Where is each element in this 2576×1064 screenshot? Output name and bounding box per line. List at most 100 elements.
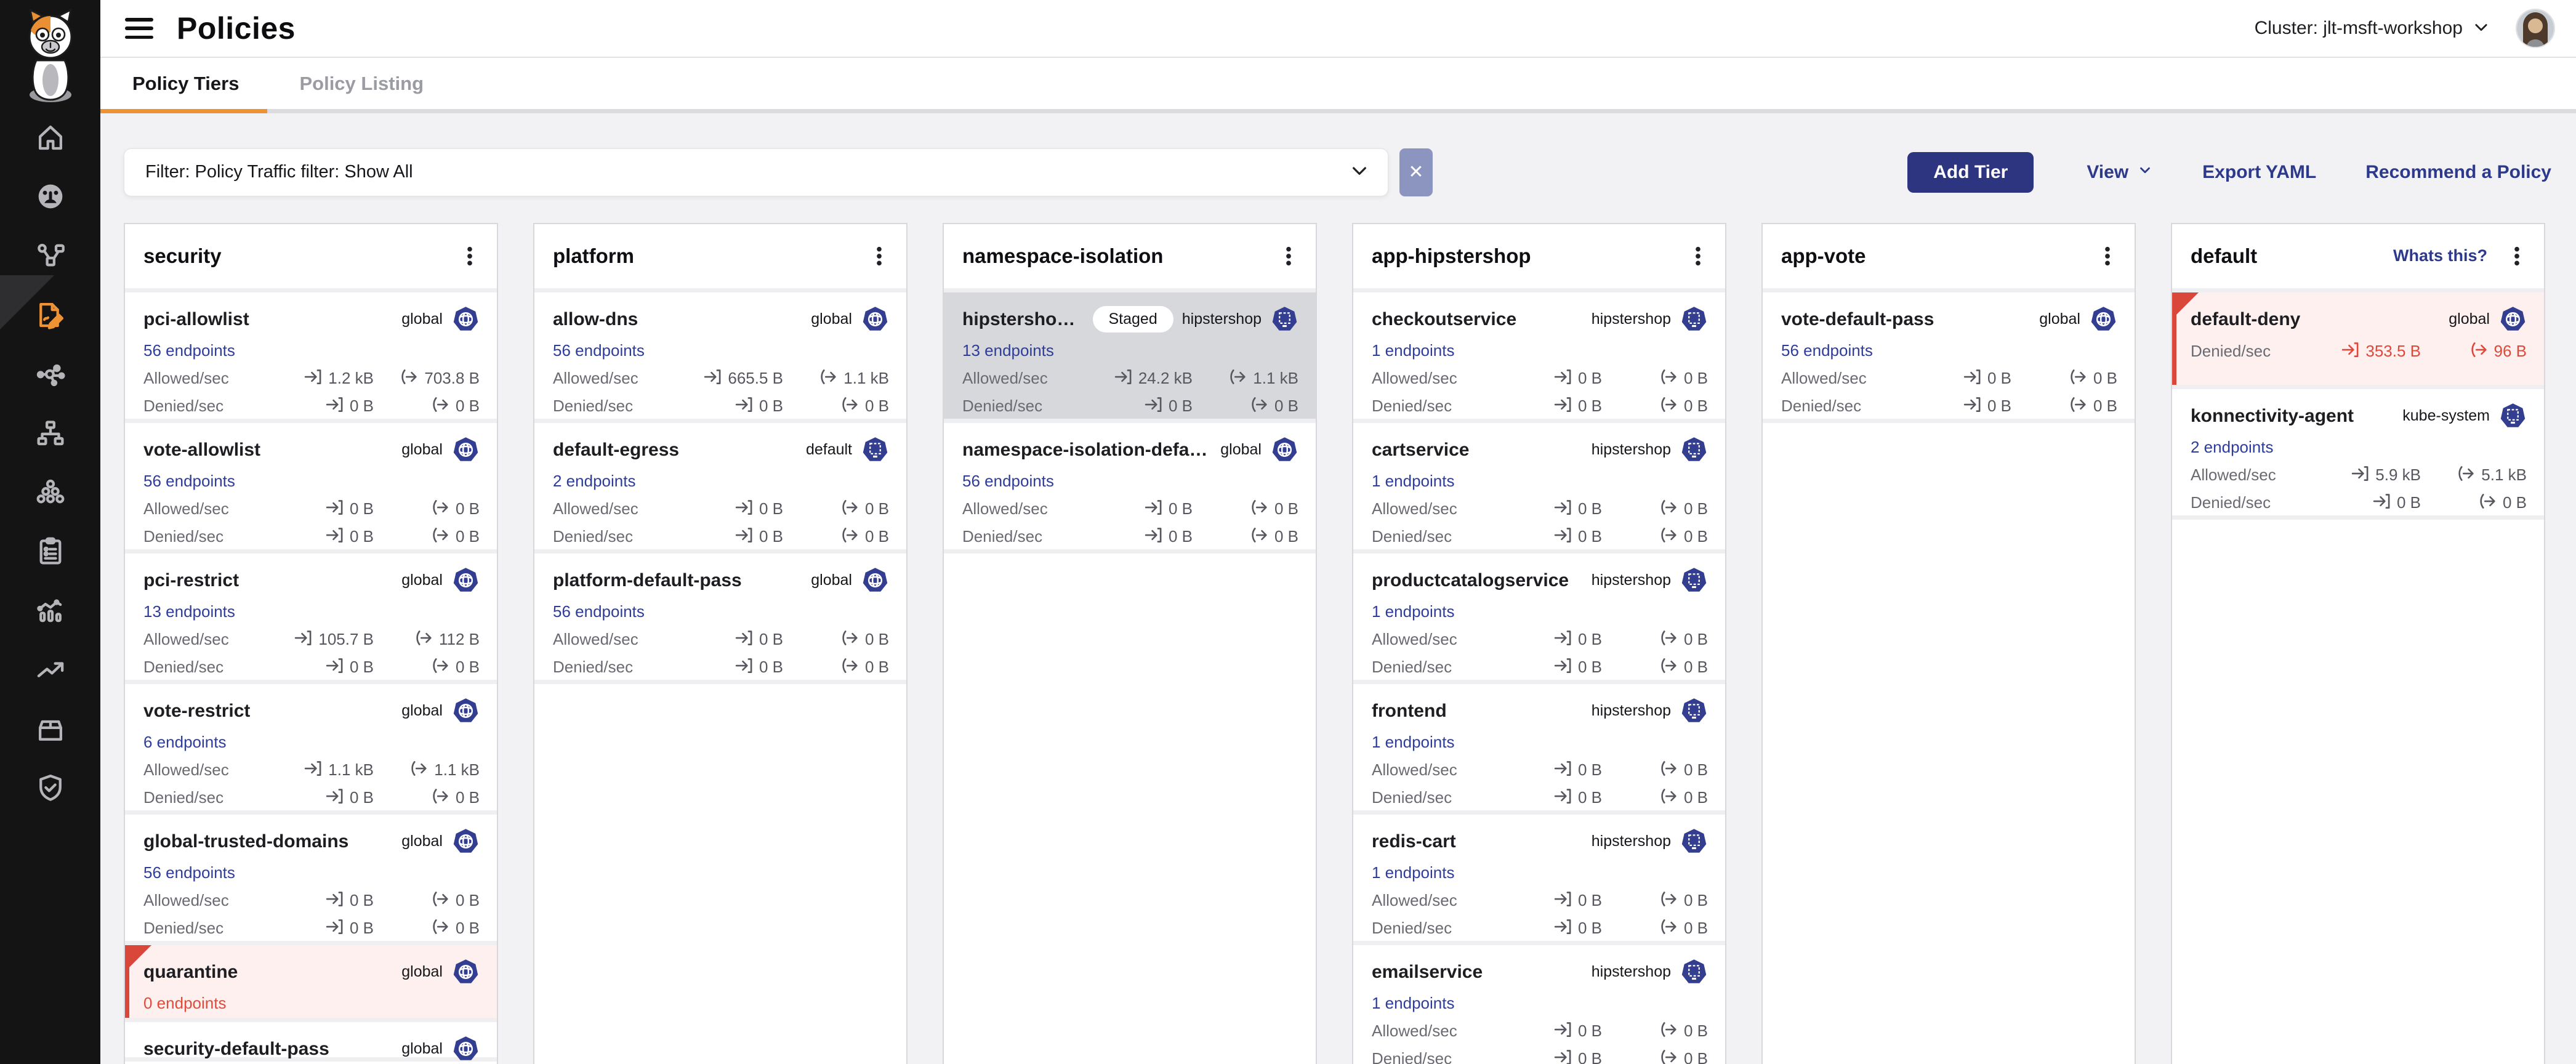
recommend-policy-button[interactable]: Recommend a Policy bbox=[2365, 162, 2551, 183]
endpoints-link[interactable]: 0 endpoints bbox=[143, 994, 226, 1013]
policy-card-default-egress[interactable]: default-egressdefault2 endpointsAllowed/… bbox=[534, 423, 906, 549]
policy-card-platform-default-pass[interactable]: platform-default-passglobal56 endpointsA… bbox=[534, 554, 906, 680]
scope-label: hipstershop bbox=[1592, 441, 1671, 459]
sidebar-item-home-icon[interactable] bbox=[34, 121, 67, 154]
endpoints-link[interactable]: 56 endpoints bbox=[1781, 341, 1873, 360]
traffic-stat-row: Denied/sec0 B0 B bbox=[553, 526, 889, 547]
ingress-value: 353.5 B bbox=[2322, 341, 2421, 362]
ingress-bytes: 0 B bbox=[1578, 630, 1602, 649]
policy-card-security-default-pass[interactable]: security-default-passglobal bbox=[125, 1022, 497, 1057]
endpoints-link[interactable]: 13 endpoints bbox=[143, 602, 235, 621]
policy-filter-dropdown[interactable]: Filter: Policy Traffic filter: Show All bbox=[124, 148, 1388, 196]
tier-menu-button[interactable] bbox=[867, 243, 892, 270]
global-scope-icon bbox=[452, 958, 480, 986]
sidebar-item-activity-stats-icon[interactable] bbox=[34, 594, 67, 627]
endpoints-link[interactable]: 56 endpoints bbox=[143, 341, 235, 360]
egress-arrow-icon bbox=[2469, 341, 2488, 362]
export-yaml-button[interactable]: Export YAML bbox=[2202, 162, 2316, 183]
stat-values: 0 B0 B bbox=[685, 629, 889, 650]
hamburger-menu-icon[interactable] bbox=[125, 18, 153, 39]
sidebar-item-endpoints-cluster-icon[interactable] bbox=[34, 475, 67, 509]
stat-label: Denied/sec bbox=[143, 397, 223, 416]
policy-card-productcatalogservice[interactable]: productcatalogservicehipstershop1 endpoi… bbox=[1353, 554, 1725, 680]
policy-card-default-deny[interactable]: default-denyglobalDenied/sec353.5 B96 B bbox=[2172, 292, 2544, 385]
endpoints-link[interactable]: 2 endpoints bbox=[553, 472, 635, 491]
policy-card-vote-default-pass[interactable]: vote-default-passglobal56 endpointsAllow… bbox=[1763, 292, 2135, 419]
cluster-selector[interactable]: Cluster: jlt-msft-workshop bbox=[2255, 18, 2490, 39]
endpoints-link[interactable]: 56 endpoints bbox=[143, 863, 235, 882]
egress-arrow-icon bbox=[1659, 890, 1678, 911]
tab-policy-tiers[interactable]: Policy Tiers bbox=[100, 58, 267, 109]
add-tier-button[interactable]: Add Tier bbox=[1907, 152, 2034, 193]
endpoints-link[interactable]: 1 endpoints bbox=[1372, 863, 1454, 882]
endpoints-link[interactable]: 1 endpoints bbox=[1372, 341, 1454, 360]
view-menu-button[interactable]: View bbox=[2087, 162, 2153, 183]
endpoints-link[interactable]: 56 endpoints bbox=[553, 341, 645, 360]
tab-policy-listing[interactable]: Policy Listing bbox=[275, 58, 448, 109]
egress-arrow-icon bbox=[1659, 526, 1678, 547]
tier-menu-button[interactable] bbox=[457, 243, 482, 270]
sidebar-item-threat-defense-shield-icon[interactable] bbox=[34, 771, 67, 804]
egress-bytes: 0 B bbox=[1684, 499, 1708, 518]
endpoints-link[interactable]: 56 endpoints bbox=[143, 472, 235, 491]
clear-filter-button[interactable]: ✕ bbox=[1399, 148, 1433, 196]
policy-card-checkoutservice[interactable]: checkoutservicehipstershop1 endpointsAll… bbox=[1353, 292, 1725, 419]
policy-card-cartservice[interactable]: cartservicehipstershop1 endpointsAllowed… bbox=[1353, 423, 1725, 549]
endpoints-link[interactable]: 56 endpoints bbox=[962, 472, 1054, 491]
policy-card-namespace-isolation-default-p[interactable]: namespace-isolation-default-p…global56 e… bbox=[944, 423, 1316, 549]
scope-badge: hipstershop bbox=[1583, 697, 1708, 725]
policy-card-konnectivity-agent[interactable]: konnectivity-agentkube-system2 endpoints… bbox=[2172, 389, 2544, 515]
tab-bar: Policy Tiers Policy Listing bbox=[100, 58, 2576, 113]
ingress-value: 0 B bbox=[685, 526, 783, 547]
egress-bytes: 96 B bbox=[2494, 342, 2527, 361]
traffic-stat-row: Allowed/sec24.2 kB1.1 kB bbox=[962, 368, 1298, 389]
tier-menu-button[interactable] bbox=[1276, 243, 1301, 270]
egress-arrow-icon bbox=[2457, 464, 2475, 486]
endpoints-link[interactable]: 1 endpoints bbox=[1372, 602, 1454, 621]
egress-value: 0 B bbox=[1618, 629, 1708, 650]
policy-card-redis-cart[interactable]: redis-carthipstershop1 endpointsAllowed/… bbox=[1353, 815, 1725, 941]
policy-card-quarantine[interactable]: quarantineglobal0 endpoints bbox=[125, 945, 497, 1018]
endpoints-link[interactable]: 1 endpoints bbox=[1372, 733, 1454, 752]
policy-card-pci-allowlist[interactable]: pci-allowlistglobal56 endpointsAllowed/s… bbox=[125, 292, 497, 419]
policy-card-hipstershop-gh[interactable]: hipstershop-gh…Stagedhipstershop13 endpo… bbox=[944, 292, 1316, 419]
stat-values: 0 B0 B bbox=[1503, 368, 1708, 389]
policy-name: security-default-pass bbox=[143, 1039, 329, 1060]
policy-card-allow-dns[interactable]: allow-dnsglobal56 endpointsAllowed/sec66… bbox=[534, 292, 906, 419]
scope-label: kube-system bbox=[2402, 407, 2490, 425]
policy-card-frontend[interactable]: frontendhipstershop1 endpointsAllowed/se… bbox=[1353, 684, 1725, 810]
tier-menu-button[interactable] bbox=[2505, 243, 2529, 270]
policy-card-emailservice[interactable]: emailservicehipstershop1 endpointsAllowe… bbox=[1353, 945, 1725, 1064]
policy-card-pci-restrict[interactable]: pci-restrictglobal13 endpointsAllowed/se… bbox=[125, 554, 497, 680]
ingress-arrow-icon bbox=[1963, 395, 1981, 417]
sidebar-item-dashboard-icon[interactable] bbox=[34, 180, 67, 213]
whats-this-link[interactable]: Whats this?? bbox=[2393, 246, 2493, 265]
tier-empty-space bbox=[2172, 520, 2544, 1064]
sidebar-item-trending-icon[interactable] bbox=[34, 653, 67, 686]
policy-card-title-row: redis-carthipstershop bbox=[1372, 828, 1708, 855]
sidebar-item-compliance-reports-icon[interactable] bbox=[34, 534, 67, 568]
egress-value: 0 B bbox=[799, 656, 889, 678]
traffic-stat-row: Allowed/sec0 B0 B bbox=[1372, 368, 1708, 389]
ingress-arrow-icon bbox=[325, 656, 344, 678]
tier-menu-button[interactable] bbox=[1686, 243, 1710, 270]
sidebar-item-service-graph-icon[interactable] bbox=[34, 239, 67, 272]
policy-card-global-trusted-domains[interactable]: global-trusted-domainsglobal56 endpoints… bbox=[125, 815, 497, 941]
tier-menu-button[interactable] bbox=[2095, 243, 2120, 270]
user-avatar[interactable] bbox=[2516, 9, 2555, 48]
endpoints-link[interactable]: 13 endpoints bbox=[962, 341, 1054, 360]
sidebar-item-network-sets-icon[interactable] bbox=[34, 416, 67, 449]
sidebar-item-workloads-box-icon[interactable] bbox=[34, 712, 67, 745]
endpoints-link[interactable]: 6 endpoints bbox=[143, 733, 226, 752]
egress-arrow-icon bbox=[840, 629, 859, 650]
egress-arrow-icon bbox=[431, 656, 449, 678]
sidebar-item-flow-visualizations-icon[interactable] bbox=[34, 357, 67, 390]
endpoints-link[interactable]: 2 endpoints bbox=[2191, 438, 2273, 457]
policy-card-vote-restrict[interactable]: vote-restrictglobal6 endpointsAllowed/se… bbox=[125, 684, 497, 810]
endpoints-link[interactable]: 56 endpoints bbox=[553, 602, 645, 621]
ingress-value: 0 B bbox=[275, 395, 374, 417]
endpoints-link[interactable]: 1 endpoints bbox=[1372, 472, 1454, 491]
scope-badge: hipstershop bbox=[1583, 958, 1708, 986]
policy-card-vote-allowlist[interactable]: vote-allowlistglobal56 endpointsAllowed/… bbox=[125, 423, 497, 549]
endpoints-link[interactable]: 1 endpoints bbox=[1372, 994, 1454, 1013]
